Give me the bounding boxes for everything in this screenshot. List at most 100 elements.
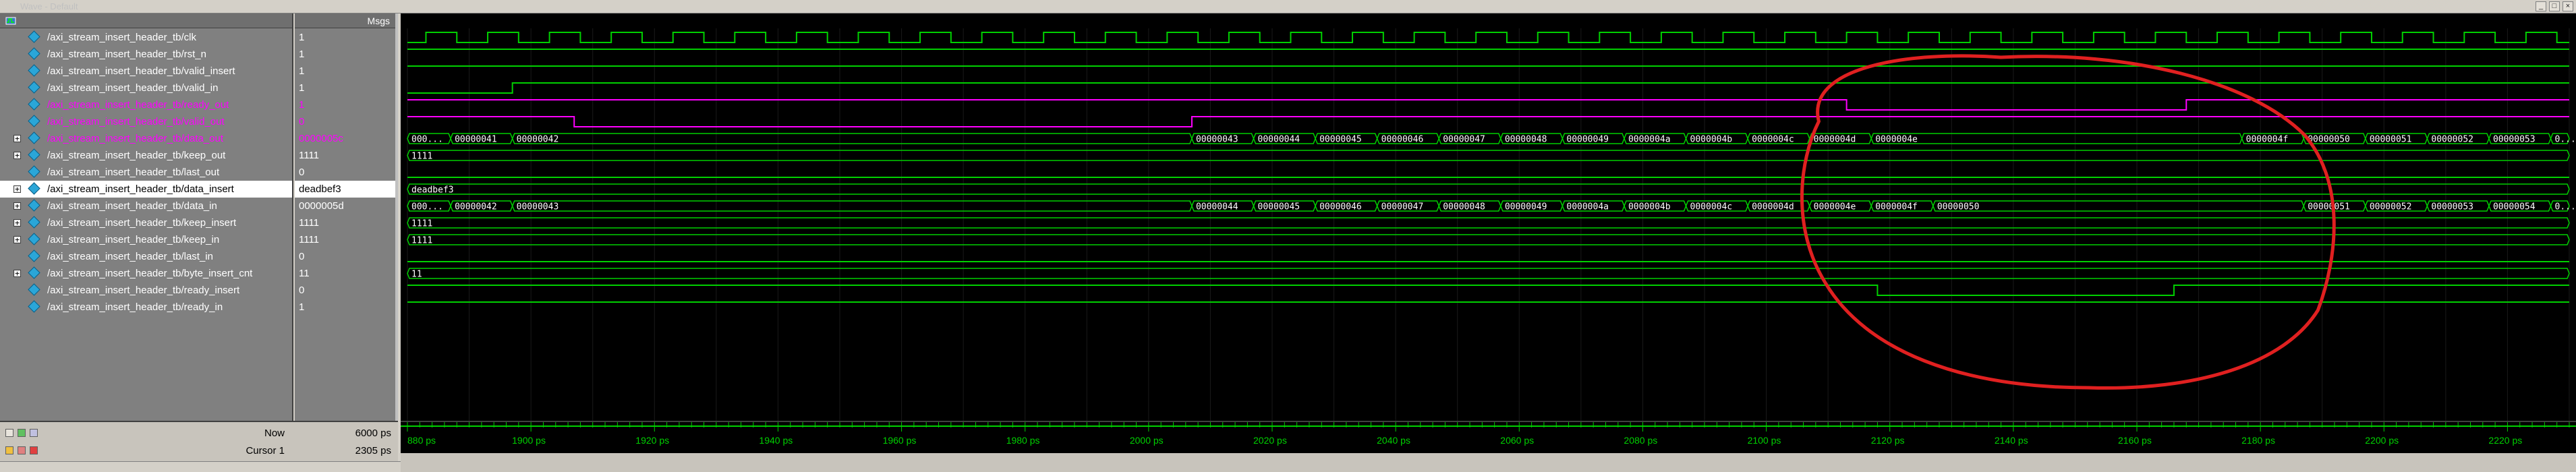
expand-icon[interactable]: +	[13, 202, 21, 210]
signal-name: /axi_stream_insert_header_tb/keep_insert	[47, 217, 237, 229]
horizontal-scrollbar[interactable]	[0, 461, 401, 472]
signal-row[interactable]: + /axi_stream_insert_header_tb/data_out	[0, 130, 292, 147]
keep-insert-bus	[407, 217, 2570, 229]
signal-value-row[interactable]: deadbef3	[295, 181, 395, 198]
signal-values-panel: Msgs 1 1 1 1 1 0 0000005c 1111 0 deadbef3 0000005d…	[295, 13, 398, 421]
data-in-bus	[511, 200, 1193, 212]
keep-in-bus	[407, 234, 2570, 245]
timeline-tick-label: 1900 ps	[512, 435, 546, 446]
expand-icon[interactable]: +	[13, 236, 21, 243]
signal-value: 1	[299, 49, 305, 60]
signal-value: 0000005c	[299, 133, 343, 144]
signal-diamond-icon	[28, 64, 40, 77]
timeline-tick-label: 1960 ps	[883, 435, 917, 446]
delete-cursor-icon[interactable]	[30, 446, 38, 454]
wave-toolbar-icon[interactable]	[5, 16, 16, 26]
signal-diamond-icon	[28, 266, 40, 279]
signal-row[interactable]: + /axi_stream_insert_header_tb/byte_inser…	[0, 265, 292, 282]
signal-value-row[interactable]: 0	[295, 113, 395, 130]
signal-value-row[interactable]: 0	[295, 282, 395, 299]
signal-name: /axi_stream_insert_header_tb/ready_inser…	[47, 285, 240, 296]
data-in-bus-label: 00000052	[2370, 202, 2412, 212]
signal-value: 1	[299, 99, 305, 111]
signal-value-row[interactable]: 1	[295, 29, 395, 46]
signal-name: /axi_stream_insert_header_tb/valid_inser…	[47, 65, 235, 77]
timeline-tick-label: 2000 ps	[1130, 435, 1164, 446]
cursor-bar[interactable]	[401, 453, 2576, 472]
waveform-canvas[interactable]: 000... 00000041 00000042 00000043 00000044 00…	[401, 13, 2576, 421]
timeline-tick-label: 2220 ps	[2488, 435, 2522, 446]
signal-value-row[interactable]: 0000005c	[295, 130, 395, 147]
signal-diamond-icon	[28, 199, 40, 212]
ready-insert-wave	[407, 285, 2569, 296]
signal-row[interactable]: + /axi_stream_insert_header_tb/keep_out	[0, 147, 292, 164]
signal-value-row[interactable]: 1	[295, 80, 395, 96]
signal-diamond-icon	[28, 300, 40, 313]
signal-row[interactable]: /axi_stream_insert_header_tb/valid_out	[0, 113, 292, 130]
signal-row[interactable]: + /axi_stream_insert_header_tb/keep_in	[0, 231, 292, 248]
expand-icon[interactable]: +	[13, 219, 21, 227]
signal-value-row[interactable]: 1111	[295, 214, 395, 231]
signal-value-row[interactable]: 1	[295, 96, 395, 113]
pencil-icon[interactable]	[18, 446, 26, 454]
signal-name: /axi_stream_insert_header_tb/clk	[47, 32, 196, 43]
data-in-bus-label: 00000054	[2493, 202, 2536, 212]
grid-icon[interactable]	[30, 429, 38, 437]
signal-value-row[interactable]: 1	[295, 46, 395, 63]
signal-value-row[interactable]: 0000005d	[295, 198, 395, 214]
signal-row[interactable]: /axi_stream_insert_header_tb/rst_n	[0, 46, 292, 63]
minimize-button[interactable]: _	[2536, 1, 2546, 11]
expand-icon[interactable]: +	[13, 185, 21, 193]
signal-row[interactable]: /axi_stream_insert_header_tb/ready_out	[0, 96, 292, 113]
data-out-bus-label: 00000043	[1196, 135, 1238, 145]
signal-row[interactable]: /axi_stream_insert_header_tb/ready_in	[0, 299, 292, 316]
signal-value-row[interactable]: 0	[295, 248, 395, 265]
signal-row[interactable]: /axi_stream_insert_header_tb/valid_in	[0, 80, 292, 96]
signal-value-row[interactable]: 1111	[295, 147, 395, 164]
signal-value: 1111	[299, 217, 320, 229]
signal-row[interactable]: + /axi_stream_insert_header_tb/data_inser…	[0, 181, 292, 198]
timeline-tick-label: 2020 ps	[1253, 435, 1287, 446]
signal-value-row[interactable]: 0	[295, 164, 395, 181]
signal-diamond-icon	[28, 249, 40, 262]
signal-value-row[interactable]: 11	[295, 265, 395, 282]
lock-icon[interactable]	[5, 446, 13, 454]
signal-row[interactable]: /axi_stream_insert_header_tb/last_in	[0, 248, 292, 265]
signal-row[interactable]: /axi_stream_insert_header_tb/ready_inser…	[0, 282, 292, 299]
signal-name: /axi_stream_insert_header_tb/ready_in	[47, 301, 223, 313]
signal-diamond-icon	[28, 182, 40, 195]
signal-name: /axi_stream_insert_header_tb/data_out	[47, 133, 224, 144]
zoom-icon[interactable]	[5, 429, 13, 437]
close-button[interactable]: ×	[2563, 1, 2573, 11]
signal-row[interactable]: /axi_stream_insert_header_tb/valid_inser…	[0, 63, 292, 80]
signal-row[interactable]: + /axi_stream_insert_header_tb/data_in	[0, 198, 292, 214]
now-value: 6000 ps	[355, 427, 391, 439]
add-cursor-icon[interactable]	[18, 429, 26, 437]
signal-value-row[interactable]: 1	[295, 299, 395, 316]
signal-value-row[interactable]: 1111	[295, 231, 395, 248]
signal-diamond-icon	[28, 47, 40, 60]
signal-row[interactable]: /axi_stream_insert_header_tb/clk	[0, 29, 292, 46]
clk-wave	[407, 32, 2569, 43]
signal-name: /axi_stream_insert_header_tb/data_insert	[47, 183, 234, 195]
expand-icon[interactable]: +	[13, 135, 21, 142]
expand-icon[interactable]: +	[13, 152, 21, 159]
signal-row[interactable]: + /axi_stream_insert_header_tb/keep_inser…	[0, 214, 292, 231]
signal-row[interactable]: /axi_stream_insert_header_tb/last_out	[0, 164, 292, 181]
maximize-button[interactable]: □	[2549, 1, 2560, 11]
data-insert-bus	[407, 183, 2570, 195]
signal-value-row[interactable]: 1	[295, 63, 395, 80]
data-in-bus-label: 0000004a	[1566, 202, 1609, 212]
data-in-bus-label: 00000048	[1443, 202, 1485, 212]
data-in-bus-label: 00000050	[1937, 202, 1980, 212]
timeline-tick-label: 2160 ps	[2118, 435, 2152, 446]
data-out-bus-label: 00000053	[2493, 135, 2536, 145]
signal-diamond-icon	[28, 165, 40, 178]
data-out-bus-label: 00000050	[2308, 135, 2350, 145]
timeline-tick-label: 2060 ps	[1500, 435, 1534, 446]
data-out-bus-label: 00000048	[1505, 135, 1547, 145]
data-out-bus-label: 00000051	[2370, 135, 2412, 145]
data-out-bus	[511, 133, 1193, 144]
expand-icon[interactable]: +	[13, 270, 21, 277]
waveform-panel[interactable]: 000... 00000041 00000042 00000043 00000044 00…	[401, 13, 2576, 421]
